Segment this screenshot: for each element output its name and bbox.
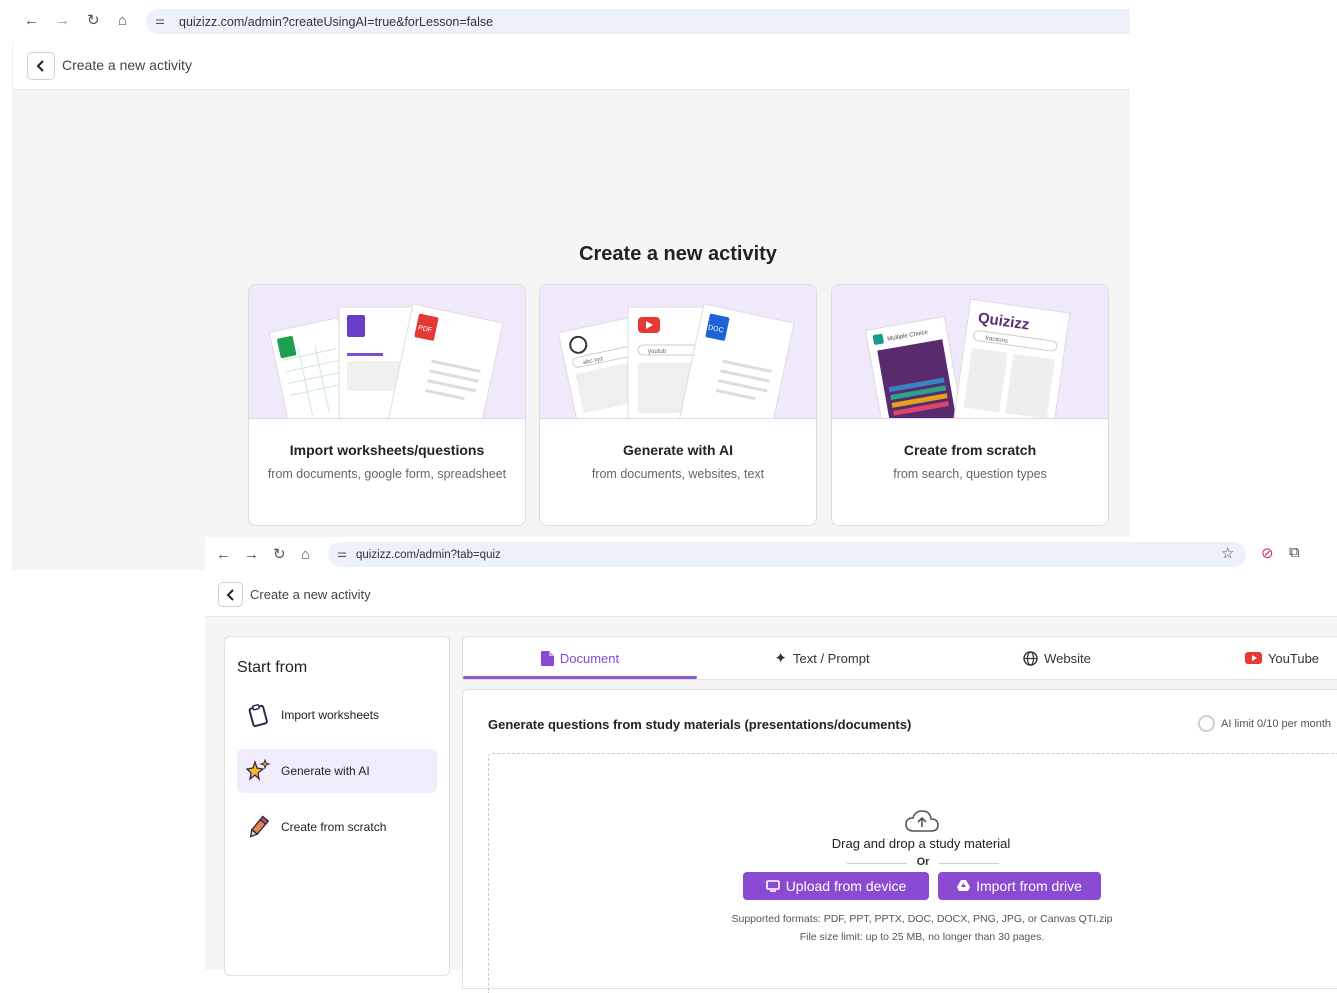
card-title: Create from scratch xyxy=(903,442,1037,458)
file-dropzone[interactable]: Drag and drop a study material Or Upload… xyxy=(488,753,1337,993)
browser-toolbar: ← → ↻ ⌂ ⚌ quizizz.com/admin?tab=quiz ☆ ⊘… xyxy=(205,537,1337,573)
url-text: quizizz.com/admin?tab=quiz xyxy=(356,549,501,561)
forward-arrow-icon[interactable]: → xyxy=(244,545,259,565)
card-illustration: Multiple Choice Quizizz fractions xyxy=(832,285,1108,419)
site-settings-icon[interactable]: ⚌ xyxy=(155,14,165,27)
block-icon[interactable]: ⊘ xyxy=(1261,544,1274,562)
reload-icon[interactable]: ↻ xyxy=(87,11,100,31)
card-illustration: PDF xyxy=(249,285,525,419)
upload-from-device-button[interactable]: Upload from device xyxy=(743,872,929,900)
tab-youtube[interactable]: YouTube xyxy=(1167,637,1337,679)
address-bar[interactable]: ⚌ quizizz.com/admin?createUsingAI=true&f… xyxy=(146,9,1130,34)
drive-icon xyxy=(957,880,971,891)
tab-document[interactable]: Document xyxy=(463,637,697,679)
card-subtitle: from documents, google form, spreadsheet xyxy=(267,467,507,481)
active-tab-indicator xyxy=(463,676,697,679)
top-browser-window: ← → ↻ ⌂ ⚌ quizizz.com/admin?createUsingA… xyxy=(0,0,1130,570)
header-title: Create a new activity xyxy=(62,57,192,73)
card-illustration: abc.xyz youtub DOC xyxy=(540,285,816,419)
home-icon[interactable]: ⌂ xyxy=(301,545,310,565)
back-arrow-icon[interactable]: ← xyxy=(24,11,39,31)
cloud-upload-icon xyxy=(905,810,939,832)
address-bar[interactable]: ⚌ quizizz.com/admin?tab=quiz xyxy=(328,542,1246,567)
panel-heading: Generate questions from study materials … xyxy=(488,717,912,732)
reload-icon[interactable]: ↻ xyxy=(273,545,286,565)
back-arrow-icon[interactable]: ← xyxy=(216,545,231,565)
page-title: Create a new activity xyxy=(579,243,777,265)
page-header: Create a new activity xyxy=(12,42,1130,90)
document-panel: Generate questions from study materials … xyxy=(462,689,1337,993)
card-subtitle: from documents, websites, text xyxy=(591,467,765,481)
chevron-left-icon xyxy=(226,588,234,601)
tab-website[interactable]: Website xyxy=(947,637,1167,679)
header-title: Create a new activity xyxy=(250,587,371,602)
browser-toolbar: ← → ↻ ⌂ ⚌ quizizz.com/admin?createUsingA… xyxy=(0,0,1130,42)
back-button[interactable] xyxy=(218,582,243,607)
bottom-browser-window: ← → ↻ ⌂ ⚌ quizizz.com/admin?tab=quiz ☆ ⊘… xyxy=(205,537,1337,993)
card-generate-ai[interactable]: abc.xyz youtub DOC Generate with AI from… xyxy=(539,284,817,526)
card-title: Generate with AI xyxy=(623,442,733,458)
card-create-scratch[interactable]: Multiple Choice Quizizz fractions Create… xyxy=(831,284,1109,526)
sidebar-item-create-scratch[interactable]: Create from scratch xyxy=(237,805,437,849)
card-import-worksheets[interactable]: PDF Import worksheets/questions from doc… xyxy=(248,284,526,526)
sparkle-icon: ✦ xyxy=(774,650,787,667)
source-tabs: Document ✦ Text / Prompt Website YouTube xyxy=(462,636,1337,680)
star-icon[interactable]: ☆ xyxy=(1221,544,1234,562)
pencil-icon xyxy=(249,815,270,838)
globe-icon xyxy=(1023,650,1038,666)
forward-arrow-icon[interactable]: → xyxy=(55,11,70,31)
youtube-icon xyxy=(1244,652,1262,664)
home-icon[interactable]: ⌂ xyxy=(118,11,127,31)
extensions-icon[interactable]: ⧉ xyxy=(1289,544,1300,561)
sidebar-title: Start from xyxy=(237,659,308,676)
tab-text-prompt[interactable]: ✦ Text / Prompt xyxy=(697,637,947,679)
forms-icon xyxy=(347,315,365,337)
svg-text:youtub: youtub xyxy=(648,349,667,355)
dropzone-title: Drag and drop a study material xyxy=(831,836,1011,851)
document-icon xyxy=(540,650,554,666)
file-size-note: File size limit: up to 25 MB, no longer … xyxy=(799,931,1045,943)
monitor-icon xyxy=(765,880,780,892)
sidebar-item-import-worksheets[interactable]: Import worksheets xyxy=(237,693,437,737)
start-from-sidebar: Start from Import worksheets Generate wi… xyxy=(224,636,450,976)
ai-limit-indicator: AI limit 0/10 per month xyxy=(1198,715,1331,732)
page-header: Create a new activity xyxy=(205,573,1337,617)
import-from-drive-button[interactable]: Import from drive xyxy=(938,872,1101,900)
card-subtitle: from search, question types xyxy=(893,467,1047,481)
progress-ring-icon xyxy=(1198,715,1215,732)
supported-formats-note: Supported formats: PDF, PPT, PPTX, DOC, … xyxy=(731,913,1113,925)
back-button[interactable] xyxy=(27,52,55,80)
sparkle-stars-icon xyxy=(245,758,271,781)
card-title: Import worksheets/questions xyxy=(289,442,485,458)
clipboard-icon xyxy=(248,704,268,728)
sidebar-item-generate-ai[interactable]: Generate with AI xyxy=(237,749,437,793)
create-activity-body: Start from Import worksheets Generate wi… xyxy=(205,617,1337,993)
site-settings-icon[interactable]: ⚌ xyxy=(337,547,347,560)
url-text: quizizz.com/admin?createUsingAI=true&for… xyxy=(179,15,494,29)
or-divider: Or xyxy=(847,856,999,868)
chevron-left-icon xyxy=(36,60,44,72)
source-content: Document ✦ Text / Prompt Website YouTube… xyxy=(462,636,1337,993)
